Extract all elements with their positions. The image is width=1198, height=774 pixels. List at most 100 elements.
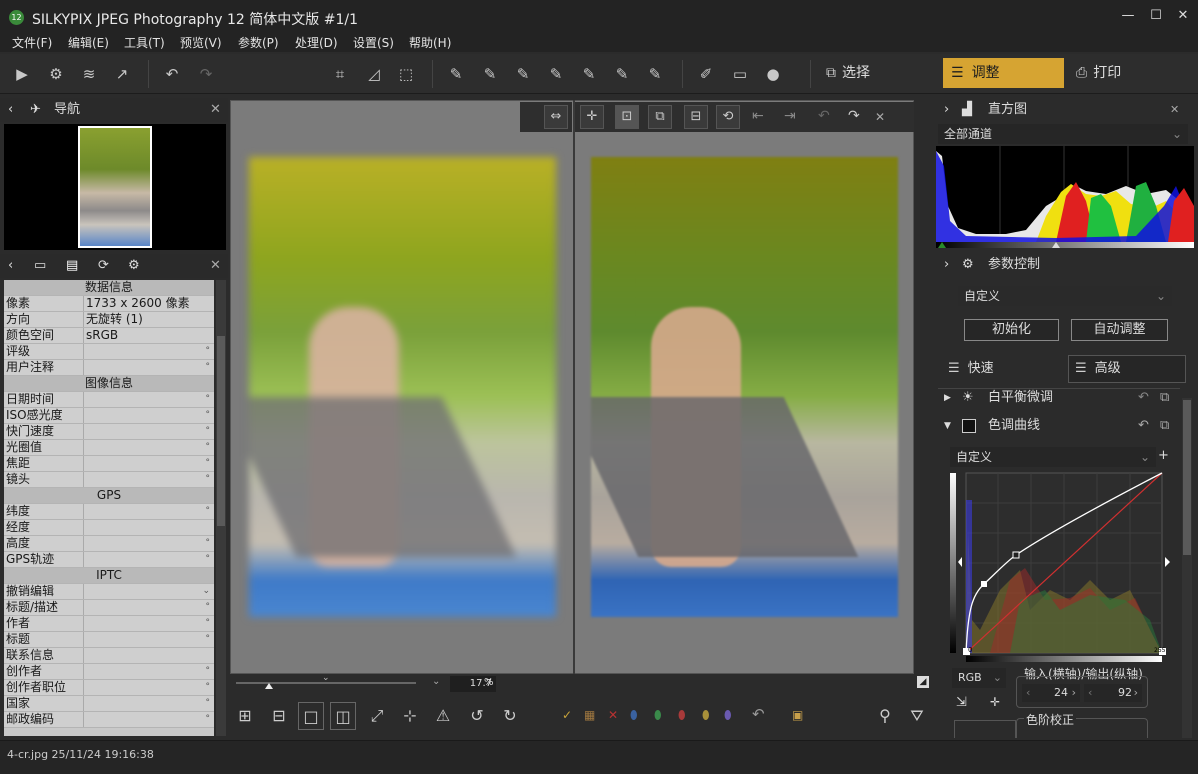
menu-help[interactable]: 帮助(H) (409, 34, 451, 51)
add-point-icon[interactable]: ✛ (990, 695, 1000, 709)
info-edit-icon[interactable]: ° (206, 360, 211, 375)
collapse-right-icon[interactable]: › (944, 98, 949, 122)
move-icon[interactable]: ✛ (580, 105, 604, 129)
grid-view-icon[interactable]: ⊞ (232, 702, 258, 730)
preset-select[interactable]: 自定义 ⌄ (958, 286, 1172, 306)
next-icon[interactable]: ⇥ (784, 108, 796, 124)
info-edit-icon[interactable]: ° (206, 552, 211, 567)
info-edit-icon[interactable]: ° (206, 680, 211, 695)
close-navigator-icon[interactable]: ✕ (210, 98, 221, 122)
open-file-icon[interactable]: ▶ (10, 62, 34, 86)
folder-icon[interactable]: ▭ (34, 254, 46, 278)
curve-preset-select[interactable]: 自定义 ⌄ (950, 447, 1156, 467)
brush-tool-1-icon[interactable]: ✎ (444, 62, 468, 86)
info-edit-icon[interactable]: ° (206, 616, 211, 631)
brush-tool-3-icon[interactable]: ✎ (511, 62, 535, 86)
zoom-dropdown-icon[interactable]: ⌄ (432, 676, 440, 687)
curve-channel-select[interactable]: RGB ⌄ (952, 668, 1006, 688)
presets-icon[interactable]: ⟳ (98, 254, 109, 278)
redo-view-icon[interactable]: ↷ (848, 108, 860, 124)
warning-icon[interactable]: ⚠ (430, 702, 456, 730)
maximize-button[interactable]: ☐ (1145, 6, 1167, 26)
info-row[interactable]: ISO感光度 ° (4, 408, 214, 424)
info-row[interactable]: 镜头 ° (4, 472, 214, 488)
info-edit-icon[interactable]: ° (206, 712, 211, 727)
info-edit-icon[interactable]: ° (206, 696, 211, 711)
export-icon[interactable]: ↗ (110, 62, 134, 86)
info-row[interactable]: 标题 ° (4, 632, 214, 648)
grid-overlay-icon[interactable]: ⊹ (397, 702, 423, 730)
info-row[interactable]: 作者 ° (4, 616, 214, 632)
undo-icon[interactable]: ↶ (160, 62, 184, 86)
settings-gear-icon[interactable]: ⚙ (128, 254, 140, 278)
info-edit-icon[interactable]: ° (206, 664, 211, 679)
info-row[interactable]: 焦距 ° (4, 456, 214, 472)
info-edit-icon[interactable]: ° (206, 536, 211, 551)
info-row[interactable]: 高度 ° (4, 536, 214, 552)
filter-icon[interactable]: ⛛ (904, 702, 930, 730)
select-mode-button[interactable]: ⧉ 选择 (822, 58, 922, 88)
curve-output-field[interactable]: ‹ 92 › (1084, 684, 1142, 702)
wb-reset-icon[interactable]: ↶ (1138, 386, 1149, 410)
info-icon[interactable]: ▤ (66, 254, 78, 278)
minimize-button[interactable]: — (1117, 6, 1139, 26)
info-row[interactable]: 撤销编辑 ⌄ (4, 584, 214, 600)
curve-popout-icon[interactable]: ⧉ (1160, 414, 1169, 438)
info-edit-icon[interactable]: ° (206, 504, 211, 519)
info-row[interactable]: 联系信息 (4, 648, 214, 664)
info-row[interactable]: 创作者 ° (4, 664, 214, 680)
menu-params[interactable]: 参数(P) (238, 34, 279, 51)
info-row[interactable]: 像素 1733 x 2600 像素 (4, 296, 214, 312)
label-blue-icon[interactable]: ⬮ (630, 708, 638, 723)
info-edit-icon[interactable]: ° (206, 408, 211, 423)
curve-section-header[interactable]: ▼ 色调曲线 ↶ ⧉ (936, 414, 1180, 438)
rotate-right-icon[interactable]: ↻ (497, 702, 523, 730)
eyedropper-icon[interactable]: ⇲ (956, 695, 967, 710)
initialize-button[interactable]: 初始化 (964, 319, 1059, 341)
curve-input-field[interactable]: ‹ 24 › (1022, 684, 1080, 702)
pen-icon[interactable]: ✐ (694, 62, 718, 86)
close-view-icon[interactable]: ✕ (875, 110, 885, 124)
photo-before[interactable] (249, 157, 556, 617)
info-row[interactable]: 颜色空间 sRGB (4, 328, 214, 344)
info-row[interactable]: 光圈值 ° (4, 440, 214, 456)
info-row[interactable]: 邮政编码 ° (4, 712, 214, 728)
levels-curve-box[interactable] (954, 720, 1016, 738)
info-edit-icon[interactable]: ° (206, 440, 211, 455)
increment-icon[interactable]: › (1072, 684, 1076, 702)
label-red-icon[interactable]: ⬮ (678, 708, 686, 723)
info-edit-icon[interactable]: ⌄ (202, 584, 210, 599)
info-row[interactable]: GPS轨迹 ° (4, 552, 214, 568)
sync-icon[interactable]: ⇔ (544, 105, 568, 129)
auto-adjust-button[interactable]: 自动调整 (1071, 319, 1168, 341)
menu-settings[interactable]: 设置(S) (353, 34, 394, 51)
info-row[interactable]: 用户注释 ° (4, 360, 214, 376)
info-row[interactable]: 经度 (4, 520, 214, 536)
advanced-tab[interactable]: ☰ 高级 (1068, 355, 1186, 383)
info-row[interactable]: 方向 无旋转 (1) (4, 312, 214, 328)
tone-curve-editor[interactable]: 0 255 (950, 470, 1172, 666)
batch-icon[interactable]: ⚙ (44, 62, 68, 86)
navigator-thumbnail[interactable] (78, 126, 152, 248)
menu-tools[interactable]: 工具(T) (124, 34, 165, 51)
info-row[interactable]: 创作者职位 ° (4, 680, 214, 696)
zoom-fit-icon[interactable]: ⊡ (615, 105, 639, 129)
zoom-slider-knob[interactable] (265, 683, 273, 689)
check-mark-icon[interactable]: ✓ (562, 708, 572, 722)
menu-preview[interactable]: 预览(V) (180, 34, 222, 51)
curve-reset-icon[interactable]: ↶ (1138, 414, 1149, 438)
brush-tool-2-icon[interactable]: ✎ (478, 62, 502, 86)
filmstrip-view-icon[interactable]: ⊟ (266, 702, 292, 730)
close-histogram-icon[interactable]: ✕ (1170, 98, 1179, 122)
redo-icon[interactable]: ↷ (194, 62, 218, 86)
info-edit-icon[interactable]: ° (206, 472, 211, 487)
info-edit-icon[interactable]: ° (206, 632, 211, 647)
increment-icon[interactable]: › (1134, 684, 1138, 702)
info-row[interactable]: 国家 ° (4, 696, 214, 712)
brush-tool-4-icon[interactable]: ✎ (544, 62, 568, 86)
menu-edit[interactable]: 编辑(E) (68, 34, 109, 51)
find-person-icon[interactable]: ⚲ (872, 702, 898, 730)
lock-icon[interactable]: ▣ (792, 708, 803, 722)
single-view-icon[interactable]: □ (298, 702, 324, 730)
transform-icon[interactable]: ⬚ (394, 62, 418, 86)
